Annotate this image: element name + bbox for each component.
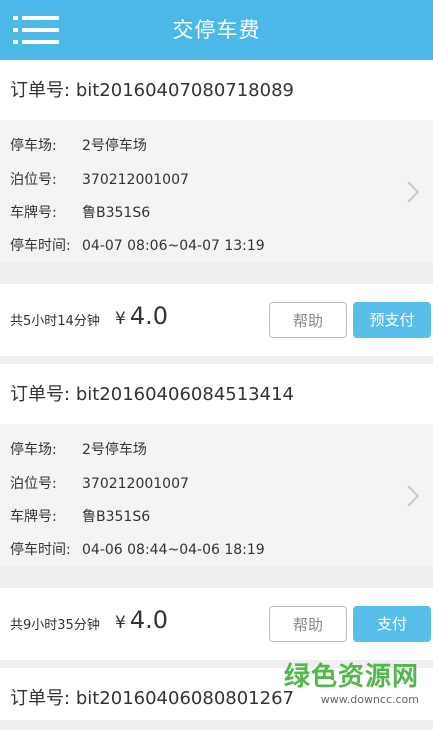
app-header: 交停车费 [0, 0, 433, 60]
page-title: 交停车费 [172, 18, 261, 42]
order-details-card[interactable]: 停车场: 2号停车场 泊位号: 370212001007 车牌号: 鲁B351S6 停… [0, 120, 433, 262]
order-details-card[interactable]: 停车场: 2号停车场 泊位号: 370212001007 车牌号: 鲁B351S6 停… [0, 424, 433, 566]
fee-amount: ¥4.0 [115, 302, 168, 330]
parking-duration: 共5小时14分钟 [10, 314, 100, 329]
chevron-right-icon [407, 181, 420, 203]
prepay-button[interactable]: 预支付 [353, 302, 431, 338]
order-header: 订单号: bit20160406084513414 [0, 364, 433, 424]
chevron-right-icon [407, 485, 420, 507]
order-number: 订单号: bit20160406084513414 [10, 384, 294, 405]
parking-duration: 共9小时35分钟 [10, 618, 100, 633]
watermark-url: www.downcc.com [320, 693, 419, 706]
detail-plate-number: 车牌号: 鲁B351S6 [10, 205, 151, 221]
detail-parking-time: 停车时间: 04-06 08:44~04-06 18:19 [10, 542, 265, 558]
help-button[interactable]: 帮助 [269, 302, 347, 338]
pay-button[interactable]: 支付 [353, 606, 431, 642]
detail-parking-lot: 停车场: 2号停车场 [10, 442, 147, 458]
detail-parking-time: 停车时间: 04-07 08:06~04-07 13:19 [10, 238, 265, 254]
watermark-text: 绿色资源网 [283, 662, 419, 692]
payment-bar: 共5小时14分钟 ¥4.0 帮助 预支付 [0, 284, 433, 356]
detail-berth-number: 泊位号: 370212001007 [10, 476, 189, 492]
order-number: 订单号: bit20160407080718089 [10, 80, 294, 101]
help-button[interactable]: 帮助 [269, 606, 347, 642]
detail-plate-number: 车牌号: 鲁B351S6 [10, 509, 151, 525]
order-header: 订单号: bit20160407080718089 [0, 60, 433, 120]
fee-amount: ¥4.0 [115, 606, 168, 634]
site-watermark: 绿色资源网 www.downcc.com [284, 662, 419, 706]
detail-parking-lot: 停车场: 2号停车场 [10, 138, 147, 154]
detail-berth-number: 泊位号: 370212001007 [10, 172, 189, 188]
payment-bar: 共9小时35分钟 ¥4.0 帮助 支付 [0, 588, 433, 660]
